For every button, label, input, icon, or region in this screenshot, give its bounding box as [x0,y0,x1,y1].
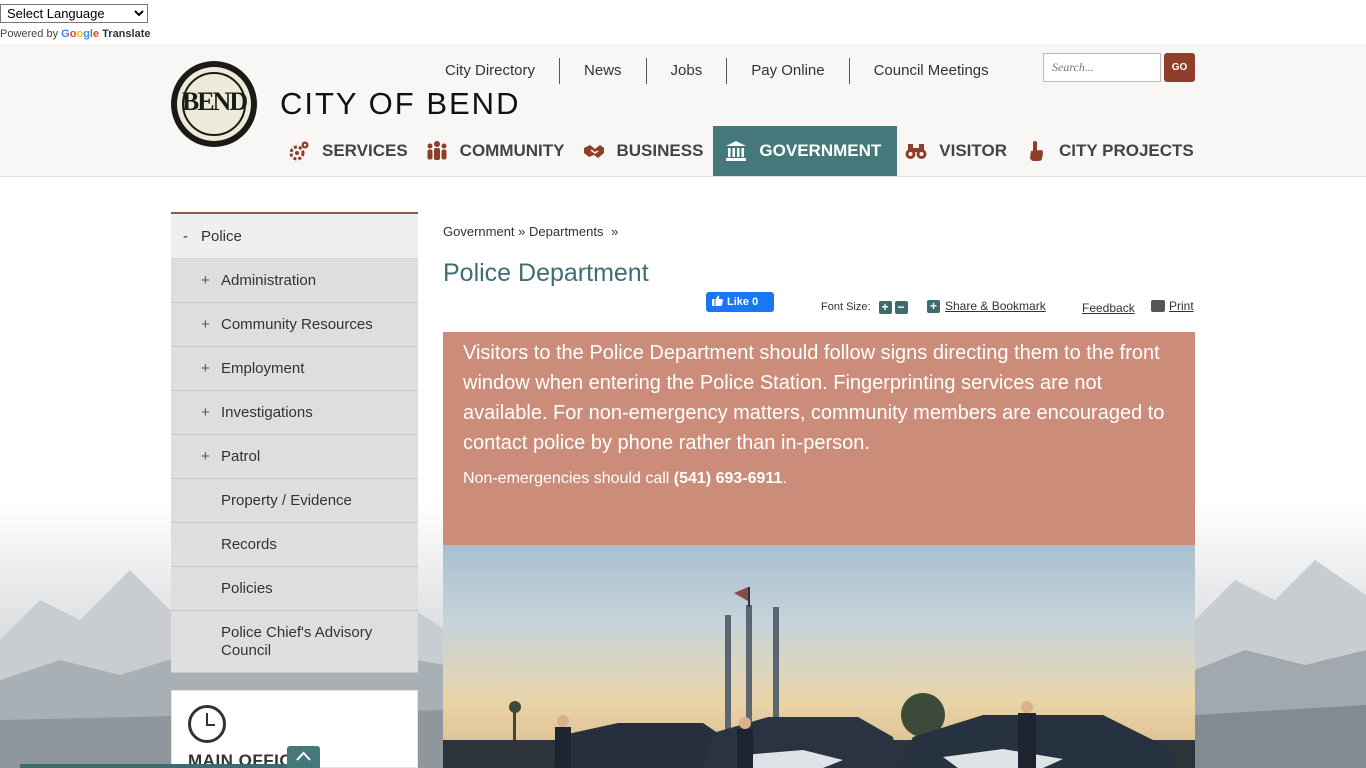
breadcrumb: Government » Departments » [443,224,618,239]
sidebar-heading-label: Police [201,227,242,245]
police-vehicles-photo [443,545,1195,768]
nav-city-projects[interactable]: CITY PROJECTS [1017,126,1204,176]
language-select[interactable]: Select Language [0,4,148,23]
print-link[interactable]: Print [1151,299,1194,313]
nav-government-label: GOVERNMENT [759,141,882,160]
share-bookmark-label: Share & Bookmark [945,299,1046,313]
city-logo-seal[interactable]: BEND [171,61,257,147]
sidebar-item-records[interactable]: Records [171,523,418,567]
search-go-button[interactable]: GO [1164,53,1195,82]
chevron-up-icon [296,751,311,761]
font-size-label: Font Size: [821,301,871,313]
nav-community-label: COMMUNITY [459,141,565,160]
font-decrease-icon[interactable]: − [894,300,908,314]
breadcrumb-separator: » [518,224,526,239]
bottom-accent-bar [20,764,320,768]
facebook-like-button[interactable]: Like 0 [706,292,774,312]
expand-icon[interactable]: + [201,448,221,465]
pointer-hand-icon [1025,140,1047,162]
gears-icon [288,140,310,162]
nav-services[interactable]: SERVICES [280,126,418,176]
back-to-top-button[interactable] [287,746,320,768]
nav-government[interactable]: GOVERNMENT [713,126,898,176]
logo-letters: BEND [181,87,248,116]
handshake-icon [583,140,605,162]
sidebar-item-label: Community Resources [221,316,373,333]
notice-phone-number[interactable]: (541) 693-6911 [674,470,783,487]
sidebar-item-label: Policies [221,580,273,597]
sidebar-item-label: Property / Evidence [221,492,352,509]
collapse-icon[interactable]: - [183,228,201,245]
powered-by-google: Powered by Google Translate [0,28,150,40]
sidebar-item-investigations[interactable]: + Investigations [171,391,418,435]
nav-services-label: SERVICES [322,141,408,160]
translate-link[interactable]: Translate [102,28,150,40]
clock-icon [188,705,226,743]
notice-call-prefix: Non-emergencies should call [463,470,674,487]
nav-visitor[interactable]: VISITOR [897,126,1017,176]
nav-business[interactable]: BUSINESS [575,126,714,176]
sidebar-item-administration[interactable]: + Administration [171,259,418,303]
sidebar-heading-police[interactable]: - Police [171,214,418,259]
page-title: Police Department [443,259,649,287]
utility-link-jobs[interactable]: Jobs [645,58,727,84]
utility-link-city-directory[interactable]: City Directory [433,58,559,84]
font-size-tool: Font Size: + − [821,298,911,316]
feedback-label: Feedback [1082,301,1135,315]
share-bookmark-link[interactable]: + Share & Bookmark [927,299,1046,313]
utility-link-council-meetings[interactable]: Council Meetings [848,58,1013,84]
site-header: BEND CITY OF BEND City Directory News Jo… [0,44,1366,177]
utility-link-news[interactable]: News [559,58,646,84]
print-label: Print [1169,299,1194,313]
breadcrumb-separator: » [611,224,619,239]
nav-city-projects-label: CITY PROJECTS [1058,141,1194,160]
sidebar-item-label: Employment [221,360,305,377]
people-icon [426,140,448,162]
font-increase-icon[interactable]: + [878,300,892,314]
nav-visitor-label: VISITOR [939,141,1007,160]
government-building-icon [725,140,747,162]
printer-icon [1151,300,1165,312]
utility-nav: City Directory News Jobs Pay Online Coun… [433,58,1013,84]
background-scenery-right [1195,500,1366,768]
expand-icon[interactable]: + [201,360,221,377]
powered-by-label: Powered by [0,28,59,40]
sidebar-item-label: Police Chief's Advisory Council [221,623,373,659]
sidebar-item-property-evidence[interactable]: Property / Evidence [171,479,418,523]
sidebar-item-label: Investigations [221,404,313,421]
sidebar-item-police-chiefs-advisory-council[interactable]: Police Chief's Advisory Council [171,611,418,673]
site-title[interactable]: CITY OF BEND [280,86,520,122]
search-input[interactable] [1043,53,1161,82]
notice-text: Visitors to the Police Department should… [463,342,1165,454]
breadcrumb-departments[interactable]: Departments [529,224,603,239]
sidebar-item-patrol[interactable]: + Patrol [171,435,418,479]
nav-business-label: BUSINESS [616,141,704,160]
notice-box: Visitors to the Police Department should… [443,332,1195,545]
notice-call-line: Non-emergencies should call (541) 693-69… [463,470,1175,488]
binoculars-icon [905,140,927,162]
feedback-link[interactable]: Feedback [1082,299,1135,317]
like-count: Like 0 [727,296,759,308]
thumbs-up-icon [712,295,723,309]
breadcrumb-government[interactable]: Government [443,224,515,239]
expand-icon[interactable]: + [201,404,221,421]
sidebar-item-label: Records [221,536,277,553]
google-logo: Google [61,28,100,40]
notice-call-suffix: . [782,470,787,487]
sidebar-item-community-resources[interactable]: + Community Resources [171,303,418,347]
sidebar-nav: - Police + Administration + Community Re… [171,212,418,673]
google-translate-widget: Select Language Powered by Google Transl… [0,0,160,44]
main-nav: SERVICES COMMUNITY BUSINESS GOVERNMENT V… [280,126,1204,176]
expand-icon[interactable]: + [201,272,221,289]
sidebar-item-employment[interactable]: + Employment [171,347,418,391]
utility-link-pay-online[interactable]: Pay Online [726,58,848,84]
sidebar-item-label: Patrol [221,448,261,465]
expand-icon[interactable]: + [201,316,221,333]
plus-icon: + [927,299,940,313]
sidebar-item-label: Administration [221,272,317,289]
nav-community[interactable]: COMMUNITY [418,126,575,176]
sidebar-item-policies[interactable]: Policies [171,567,418,611]
